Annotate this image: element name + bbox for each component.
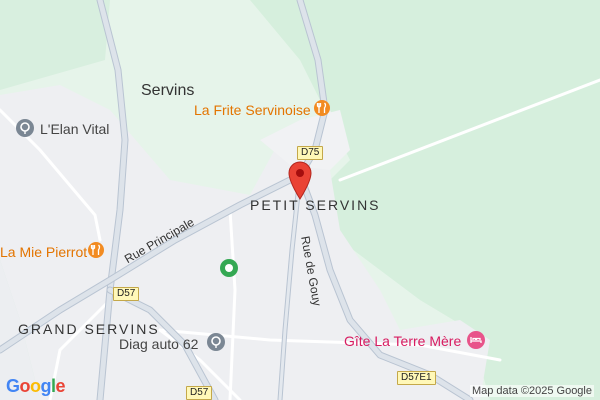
road-shield-d57: D57: [186, 386, 213, 400]
bed-icon[interactable]: [466, 330, 486, 350]
pin-icon[interactable]: [206, 332, 226, 352]
fork-knife-icon[interactable]: [313, 99, 331, 117]
road-shield-d75: D75: [297, 146, 324, 160]
road-shield-d57: D57: [113, 287, 140, 301]
poi-label-diag-auto-62[interactable]: Diag auto 62: [119, 336, 198, 352]
poi-label-la-mie-pierrot[interactable]: La Mie Pierrot: [0, 244, 87, 260]
red-pin-icon[interactable]: [286, 160, 314, 200]
place-label-servins[interactable]: Servins: [141, 82, 194, 100]
place-label-grand-servins[interactable]: GRAND SERVINS: [18, 321, 160, 337]
poi-label-la-frite-servinoise[interactable]: La Frite Servinoise: [194, 102, 311, 118]
fork-knife-icon[interactable]: [87, 241, 105, 259]
map-attribution[interactable]: Map data ©2025 Google: [469, 385, 594, 397]
poi-label-lelan-vital[interactable]: L'Elan Vital: [40, 121, 109, 137]
pin-icon[interactable]: [15, 118, 35, 138]
place-label-petit-servins[interactable]: PETIT SERVINS: [250, 197, 381, 213]
poi-label-gite-la-terre-mere[interactable]: Gîte La Terre Mère: [344, 333, 461, 349]
green-place-icon[interactable]: [219, 258, 239, 278]
road-shield-d57e1: D57E1: [397, 371, 436, 385]
google-logo: Google: [6, 376, 66, 396]
